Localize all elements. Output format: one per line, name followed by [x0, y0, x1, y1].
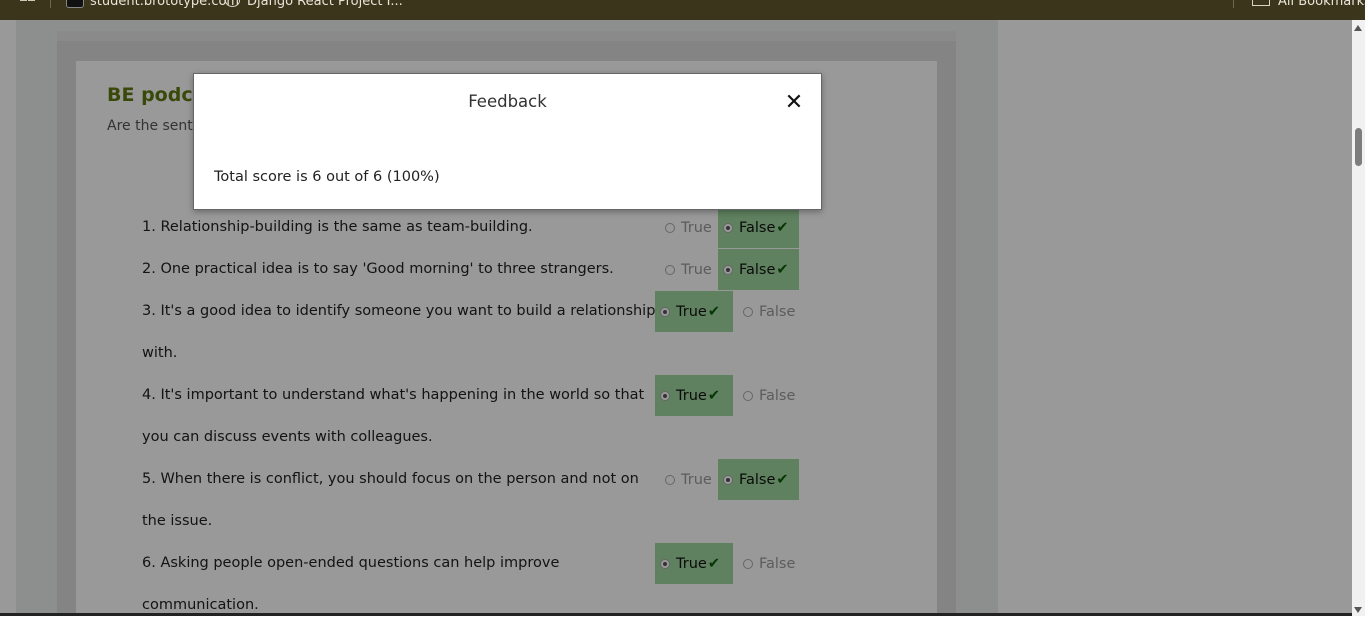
activity-instructions: Are the sent: [107, 118, 193, 134]
checkmark-icon: ✔: [707, 303, 720, 320]
q1-true-option[interactable]: True: [658, 207, 718, 248]
checkmark-icon: ✔: [707, 387, 720, 404]
q3-false-option[interactable]: False: [738, 291, 808, 332]
option-label: False: [759, 303, 796, 320]
q2-true-option[interactable]: True: [658, 249, 718, 290]
score-text: Total score is 6 out of 6 (100%): [214, 169, 440, 185]
q6-false-option[interactable]: False: [738, 543, 808, 584]
bookmarks-separator: [50, 0, 51, 8]
all-bookmarks-button[interactable]: All Bookmarks: [1278, 0, 1365, 10]
option-label: True: [681, 471, 712, 488]
option-label: True: [676, 555, 707, 572]
page-left-margin: [0, 20, 16, 616]
q3-true-option[interactable]: True ✔: [655, 291, 733, 332]
radio-icon[interactable]: [665, 264, 675, 275]
scroll-down-arrow-icon[interactable]: [1354, 607, 1362, 613]
frame-top-strip: [57, 31, 956, 41]
radio-selected-icon[interactable]: [660, 558, 670, 569]
radio-selected-icon[interactable]: [660, 390, 670, 401]
q4-true-option[interactable]: True ✔: [655, 375, 733, 416]
q4-false-option[interactable]: False: [738, 375, 808, 416]
feedback-dialog: Feedback ✕ Total score is 6 out of 6 (10…: [193, 73, 822, 210]
checkmark-icon: ✔: [776, 219, 789, 236]
option-label: False: [739, 261, 776, 278]
radio-icon[interactable]: [665, 474, 675, 485]
question-4: 4. It's important to understand what's h…: [142, 387, 645, 445]
question-5: 5. When there is conflict, you should fo…: [142, 471, 639, 529]
dialog-title: Feedback: [468, 92, 547, 111]
radio-selected-icon[interactable]: [723, 474, 733, 485]
q6-true-option[interactable]: True ✔: [655, 543, 733, 584]
option-label: False: [739, 471, 776, 488]
bookmark-student-brototype[interactable]: student.brototype.com: [90, 0, 239, 10]
option-label: True: [676, 387, 707, 404]
site-favicon-icon: [66, 0, 84, 8]
close-icon[interactable]: ✕: [784, 92, 804, 114]
radio-selected-icon[interactable]: [723, 222, 733, 233]
q1-false-option[interactable]: False ✔: [718, 207, 799, 248]
radio-icon[interactable]: [743, 306, 753, 317]
apps-grid-icon[interactable]: [20, 0, 36, 6]
page-scrollbar[interactable]: [1352, 20, 1365, 616]
radio-selected-icon[interactable]: [723, 264, 733, 275]
question-2: 2. One practical idea is to say 'Good mo…: [142, 261, 614, 277]
option-label: True: [681, 219, 712, 236]
folder-icon: [1252, 0, 1270, 6]
bookmarks-separator-right: [1233, 0, 1234, 8]
option-label: True: [681, 261, 712, 278]
scroll-up-arrow-icon[interactable]: [1354, 25, 1362, 31]
radio-icon[interactable]: [665, 222, 675, 233]
checkmark-icon: ✔: [776, 261, 789, 278]
q5-true-option[interactable]: True: [658, 459, 718, 500]
checkmark-icon: ✔: [776, 471, 789, 488]
question-1: 1. Relationship-building is the same as …: [142, 219, 533, 235]
page-right-area: [998, 20, 1352, 616]
bookmarks-bar: student.brototype.com Django React Proje…: [0, 0, 1365, 20]
radio-icon[interactable]: [743, 390, 753, 401]
activity-title: BE podca: [107, 84, 206, 106]
option-label: False: [759, 387, 796, 404]
radio-selected-icon[interactable]: [660, 306, 670, 317]
option-label: False: [759, 555, 796, 572]
checkmark-icon: ✔: [707, 555, 720, 572]
bookmark-django-react[interactable]: Django React Project I...: [247, 0, 403, 10]
scrollbar-thumb[interactable]: [1355, 128, 1362, 166]
radio-icon[interactable]: [743, 558, 753, 569]
q5-false-option[interactable]: False ✔: [718, 459, 799, 500]
option-label: False: [739, 219, 776, 236]
question-3: 3. It's a good idea to identify someone …: [142, 303, 656, 361]
option-label: True: [676, 303, 707, 320]
q2-false-option[interactable]: False ✔: [718, 249, 799, 290]
